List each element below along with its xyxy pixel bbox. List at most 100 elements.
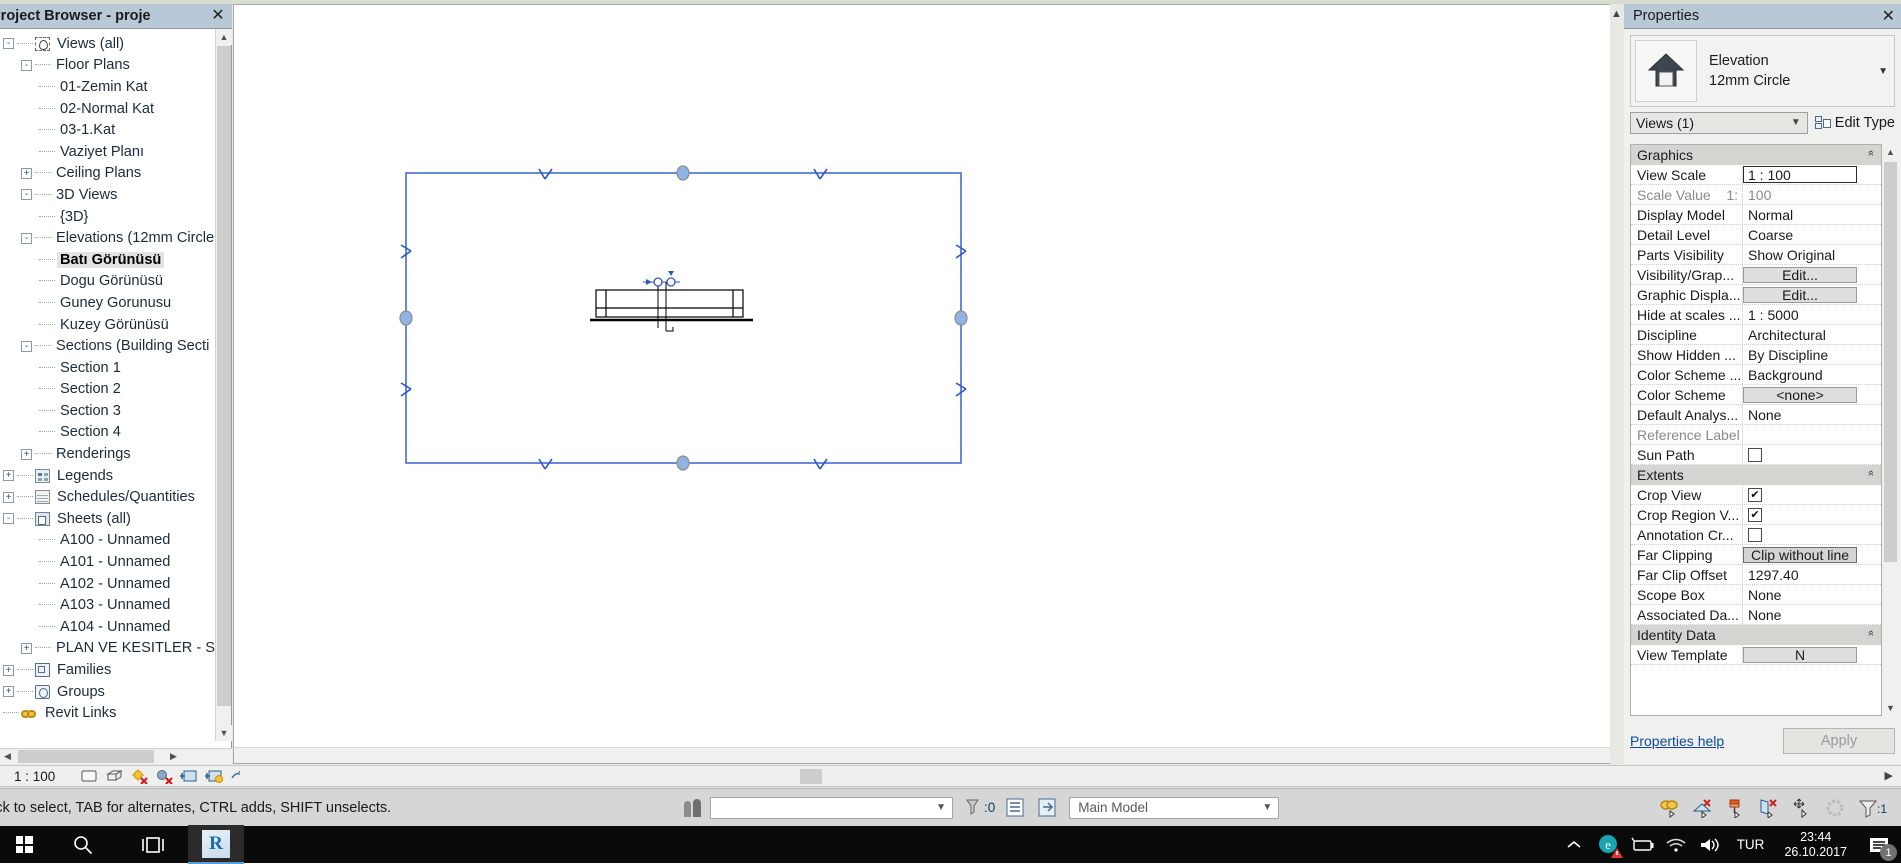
tree-item[interactable]: Batı Görünüsü: [0, 249, 216, 271]
property-value[interactable]: Normal: [1743, 205, 1881, 224]
shadows-icon[interactable]: [155, 768, 174, 785]
chevron-down-icon[interactable]: ▼: [1262, 802, 1272, 813]
scroll-thumb[interactable]: [217, 46, 231, 706]
design-options-icon[interactable]: [1005, 797, 1027, 819]
property-row[interactable]: Scope Box None: [1631, 585, 1881, 605]
collapse-group-icon[interactable]: »: [1865, 470, 1877, 476]
property-row[interactable]: View Template N: [1631, 645, 1881, 665]
props-scroll-thumb[interactable]: [1884, 162, 1897, 562]
select-links-icon[interactable]: [1659, 798, 1681, 818]
scroll-thumb-horizontal[interactable]: [18, 750, 154, 763]
props-scroll-down-icon[interactable]: ▼: [1883, 700, 1898, 716]
property-value[interactable]: [1743, 525, 1881, 544]
filter-icon[interactable]: :1: [1857, 798, 1891, 818]
property-row[interactable]: View Scale 1 : 100: [1631, 165, 1881, 185]
browser-horizontal-scrollbar[interactable]: ◀ ▶: [0, 748, 232, 764]
taskbar-revit-app[interactable]: R: [188, 825, 244, 864]
property-row[interactable]: Default Analys... None: [1631, 405, 1881, 425]
editing-request-icon[interactable]: [963, 797, 983, 819]
render-icon[interactable]: [180, 768, 199, 784]
worksets-icon[interactable]: [682, 797, 704, 819]
scroll-right-icon[interactable]: ▶: [166, 749, 181, 764]
tree-item[interactable]: - Sheets (all): [0, 508, 216, 530]
expand-toggle-icon[interactable]: +: [3, 664, 14, 676]
tree-item[interactable]: A103 - Unnamed: [0, 594, 216, 616]
property-row[interactable]: Associated Da... None: [1631, 605, 1881, 625]
tree-item[interactable]: Revit Links: [0, 702, 216, 724]
clock[interactable]: 23:44 26.10.2017: [1774, 826, 1857, 863]
property-row[interactable]: Crop Region V... ✔: [1631, 505, 1881, 525]
property-value[interactable]: ✔: [1743, 485, 1881, 504]
element-selector-dropdown[interactable]: Views (1) ▼: [1630, 112, 1808, 134]
chevron-down-icon[interactable]: ▼: [1791, 117, 1801, 128]
property-value[interactable]: 1297.40: [1743, 565, 1881, 584]
property-value[interactable]: 100: [1743, 185, 1881, 204]
sun-path-icon[interactable]: [130, 768, 149, 785]
collapse-icon[interactable]: ▲: [1611, 8, 1622, 20]
start-button[interactable]: [0, 826, 48, 863]
property-row[interactable]: Sun Path: [1631, 445, 1881, 465]
tree-item[interactable]: + Legends: [0, 465, 216, 487]
property-value[interactable]: <none>: [1743, 386, 1857, 403]
select-underlay-icon[interactable]: [1692, 798, 1714, 819]
property-row[interactable]: Far Clip Offset 1297.40: [1631, 565, 1881, 585]
properties-help-link[interactable]: Properties help: [1630, 733, 1724, 749]
tree-item[interactable]: + PLAN VE KESITLER - Sev: [0, 638, 216, 660]
property-value[interactable]: None: [1743, 405, 1881, 424]
property-value[interactable]: [1743, 445, 1881, 464]
collapse-toggle-icon[interactable]: -: [3, 513, 14, 525]
expand-toggle-icon[interactable]: +: [21, 448, 32, 460]
tree-item[interactable]: 01-Zemin Kat: [0, 76, 216, 98]
property-row[interactable]: Crop View ✔: [1631, 485, 1881, 505]
checkbox[interactable]: ✔: [1748, 487, 1762, 502]
property-value[interactable]: 1 : 5000: [1743, 305, 1881, 324]
property-row[interactable]: Scale Value 1: 100: [1631, 185, 1881, 205]
property-row[interactable]: Reference Label: [1631, 425, 1881, 445]
property-row[interactable]: Discipline Architectural: [1631, 325, 1881, 345]
property-row[interactable]: Display Model Normal: [1631, 205, 1881, 225]
props-scroll-up-icon[interactable]: ▲: [1883, 144, 1898, 160]
property-row[interactable]: Annotation Cr...: [1631, 525, 1881, 545]
close-icon[interactable]: ✕: [209, 6, 227, 24]
property-value[interactable]: Clip without line: [1743, 546, 1857, 563]
tree-item[interactable]: Section 1: [0, 357, 216, 379]
property-value[interactable]: Edit...: [1743, 266, 1857, 283]
property-value[interactable]: Coarse: [1743, 225, 1881, 244]
property-row[interactable]: Color Scheme <none>: [1631, 385, 1881, 405]
select-face-icon[interactable]: [1758, 798, 1780, 819]
view-horizontal-scrollbar[interactable]: ▶: [240, 769, 1893, 785]
property-row[interactable]: Visibility/Grap... Edit...: [1631, 265, 1881, 285]
tree-item[interactable]: - Views (all): [0, 33, 216, 55]
expand-toggle-icon[interactable]: +: [21, 167, 32, 179]
tree-item[interactable]: Section 3: [0, 400, 216, 422]
tree-item[interactable]: 02-Normal Kat: [0, 98, 216, 120]
tree-item[interactable]: {3D}: [0, 206, 216, 228]
tree-item[interactable]: Dogu Görünüsü: [0, 271, 216, 293]
tree-item[interactable]: Kuzey Görünüsü: [0, 314, 216, 336]
tree-item[interactable]: + Ceiling Plans: [0, 163, 216, 185]
property-row[interactable]: Parts Visibility Show Original: [1631, 245, 1881, 265]
tree-item[interactable]: + Groups: [0, 681, 216, 703]
property-value[interactable]: Show Original: [1743, 245, 1881, 264]
type-selector[interactable]: Elevation 12mm Circle ▼: [1630, 35, 1895, 107]
property-value[interactable]: N: [1743, 646, 1857, 663]
browser-vertical-scrollbar[interactable]: ▲ ▼: [215, 29, 232, 741]
property-group-header[interactable]: Extents »: [1631, 465, 1881, 485]
detail-level-icon[interactable]: [80, 768, 99, 784]
volume-icon[interactable]: [1693, 826, 1727, 863]
wifi-icon[interactable]: [1659, 826, 1693, 863]
property-row[interactable]: Hide at scales ... 1 : 5000: [1631, 305, 1881, 325]
chevron-down-icon[interactable]: ▼: [936, 802, 946, 813]
property-row[interactable]: Detail Level Coarse: [1631, 225, 1881, 245]
tree-item[interactable]: - Floor Plans: [0, 55, 216, 77]
tree-item[interactable]: A100 - Unnamed: [0, 530, 216, 552]
drag-elements-icon[interactable]: [1791, 798, 1813, 818]
chevron-down-icon[interactable]: ▼: [1878, 66, 1888, 77]
collapse-toggle-icon[interactable]: -: [21, 340, 32, 352]
tree-item[interactable]: 03-1.Kat: [0, 119, 216, 141]
language-indicator[interactable]: TUR: [1727, 826, 1775, 863]
design-option-select[interactable]: Main Model ▼: [1069, 796, 1280, 819]
property-value[interactable]: 1 : 100: [1743, 166, 1857, 183]
properties-grid[interactable]: Graphics » View Scale 1 : 100 Scale Value 1: 1…: [1630, 144, 1882, 716]
tree-item[interactable]: - 3D Views: [0, 184, 216, 206]
